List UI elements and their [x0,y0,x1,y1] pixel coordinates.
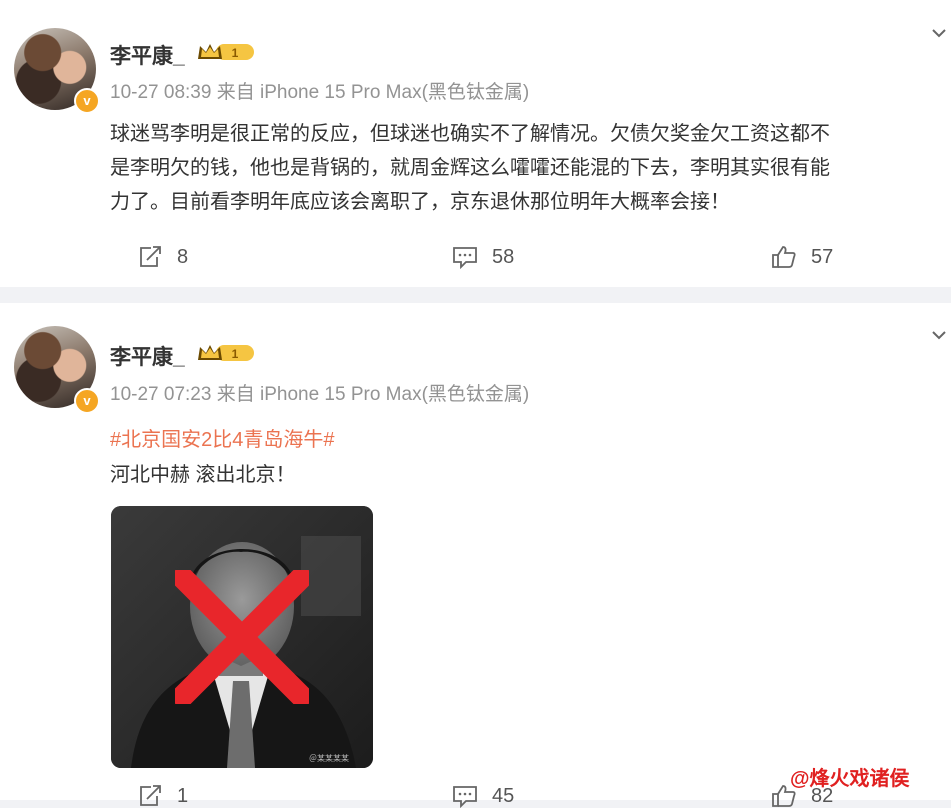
comment-count: 45 [492,784,515,807]
share-icon [140,785,161,806]
post-content: 河北中赫 滚出北京！ [110,464,296,486]
verified-badge: v [74,388,100,414]
share-count: 1 [177,784,189,807]
comment-button[interactable]: 45 [452,784,514,808]
image-watermark: ＠某某某某 [309,754,349,763]
red-cross-icon [175,570,309,704]
username[interactable]: 李平康_ [110,341,185,371]
svg-text:1: 1 [232,347,239,361]
source-watermark: @烽火戏诸侯 [790,768,910,790]
share-button[interactable]: 1 [137,784,188,808]
post-image[interactable]: ＠某某某某 [111,506,373,768]
vip-crown-icon[interactable]: 1 [196,342,256,364]
more-chevron-icon[interactable] [932,330,946,340]
topic-link[interactable]: #北京国安2比4青岛海牛# [110,423,335,452]
comment-icon [453,786,477,808]
post-meta: 10-27 07:23 来自 iPhone 15 Pro Max(黑色钛金属) [110,384,530,405]
